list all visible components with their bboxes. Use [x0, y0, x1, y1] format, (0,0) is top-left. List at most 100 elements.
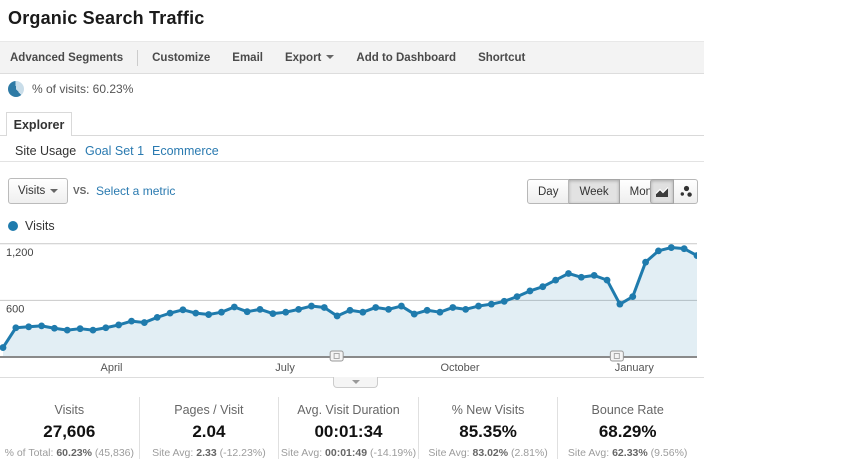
data-point[interactable] [475, 303, 482, 310]
data-point[interactable] [347, 307, 354, 314]
data-point[interactable] [128, 318, 135, 325]
data-point[interactable] [591, 272, 598, 279]
data-point[interactable] [552, 277, 559, 284]
data-point[interactable] [38, 322, 45, 329]
chevron-down-icon [50, 189, 58, 193]
data-point[interactable] [90, 327, 97, 334]
x-axis-line [0, 356, 697, 358]
chart-type-toggle [650, 179, 698, 204]
metric-label: Bounce Rate [558, 403, 697, 417]
granularity-day-button[interactable]: Day [527, 179, 569, 204]
tab-explorer[interactable]: Explorer [6, 112, 72, 136]
data-point[interactable] [334, 313, 341, 320]
data-point[interactable] [64, 327, 71, 334]
data-point[interactable] [231, 304, 238, 311]
percent-of-visits-label: % of visits: 60.23% [32, 82, 133, 96]
data-point[interactable] [539, 283, 546, 290]
metric-label: % New Visits [419, 403, 558, 417]
data-point[interactable] [629, 293, 636, 300]
x-axis-tick-label: October [440, 362, 479, 374]
metric-comparison: Site Avg: 2.33 (-12.23%) [140, 447, 279, 459]
data-point[interactable] [102, 324, 109, 331]
data-point[interactable] [616, 301, 623, 308]
metric-value: 85.35% [419, 422, 558, 442]
data-point[interactable] [244, 308, 251, 315]
metric-label: Visits [0, 403, 139, 417]
legend-series-label: Visits [25, 219, 55, 233]
data-point[interactable] [385, 306, 392, 313]
data-point[interactable] [218, 309, 225, 316]
data-point[interactable] [372, 304, 379, 311]
data-point[interactable] [12, 324, 19, 331]
data-point[interactable] [642, 259, 649, 266]
email-button[interactable]: Email [232, 52, 263, 64]
data-point[interactable] [205, 311, 212, 318]
timeline-slider-handle[interactable] [330, 351, 343, 361]
motion-chart-button[interactable] [674, 179, 698, 204]
data-point[interactable] [437, 309, 444, 316]
chart-legend: Visits [8, 219, 55, 233]
data-point[interactable] [514, 293, 521, 300]
data-point[interactable] [411, 311, 418, 318]
add-to-dashboard-button[interactable]: Add to Dashboard [356, 52, 456, 64]
data-point[interactable] [359, 309, 366, 316]
metric-comparison: % of Total: 60.23% (45,836) [0, 447, 139, 459]
report-subnav: Site Usage Goal Set 1 Ecommerce [0, 142, 704, 162]
data-point[interactable] [180, 306, 187, 313]
metric-card: Bounce Rate 68.29% Site Avg: 62.33% (9.56%… [557, 397, 697, 459]
granularity-week-button[interactable]: Week [569, 179, 619, 204]
data-point[interactable] [295, 306, 302, 313]
subnav-site-usage[interactable]: Site Usage [15, 144, 76, 158]
y-axis-tick-label: 1,200 [6, 247, 34, 259]
data-point[interactable] [321, 304, 328, 311]
collapse-chart-button[interactable] [333, 377, 378, 388]
data-point[interactable] [501, 298, 508, 305]
x-axis-tick-label: July [275, 362, 295, 374]
data-point[interactable] [141, 319, 148, 326]
data-point[interactable] [488, 301, 495, 308]
subnav-goal-set-1[interactable]: Goal Set 1 [85, 144, 144, 158]
metric-label: Avg. Visit Duration [279, 403, 418, 417]
advanced-segments-button[interactable]: Advanced Segments [10, 52, 123, 64]
export-dropdown-button[interactable]: Export [285, 52, 334, 64]
data-point[interactable] [25, 323, 32, 330]
timeline-slider-handle[interactable] [610, 351, 623, 361]
data-point[interactable] [565, 270, 572, 277]
data-point[interactable] [604, 277, 611, 284]
subnav-ecommerce[interactable]: Ecommerce [152, 144, 219, 158]
customize-button[interactable]: Customize [152, 52, 210, 64]
metric-dropdown[interactable]: Visits [8, 178, 68, 204]
data-point[interactable] [668, 244, 675, 251]
data-point[interactable] [269, 310, 276, 317]
data-point[interactable] [681, 245, 688, 252]
line-chart-button[interactable] [650, 179, 674, 204]
data-point[interactable] [154, 314, 161, 321]
metric-comparison: Site Avg: 62.33% (9.56%) [558, 447, 697, 459]
area-chart-icon [655, 186, 669, 198]
data-point[interactable] [308, 303, 315, 310]
visits-over-time-chart[interactable]: 6001,200AprilJulyOctoberJanuary [0, 240, 697, 375]
data-point[interactable] [192, 310, 199, 317]
metric-card: Visits27,606% of Total: 60.23% (45,836) [0, 397, 139, 459]
export-label: Export [285, 52, 321, 64]
shortcut-button[interactable]: Shortcut [478, 52, 525, 64]
data-point[interactable] [449, 304, 456, 311]
metric-card: Pages / Visit2.04Site Avg: 2.33 (-12.23%… [139, 397, 279, 459]
pie-chart-icon [8, 81, 24, 97]
data-point[interactable] [257, 306, 264, 313]
data-point[interactable] [655, 247, 662, 254]
data-point[interactable] [51, 325, 58, 332]
percent-of-visits-summary: % of visits: 60.23% [8, 81, 133, 97]
data-point[interactable] [115, 322, 122, 329]
data-point[interactable] [527, 288, 534, 295]
data-point[interactable] [462, 306, 469, 313]
metric-value: 68.29% [558, 422, 697, 442]
data-point[interactable] [167, 310, 174, 317]
select-a-metric-link[interactable]: Select a metric [96, 184, 175, 198]
data-point[interactable] [398, 303, 405, 310]
data-point[interactable] [282, 309, 289, 316]
data-point[interactable] [424, 307, 431, 314]
data-point[interactable] [77, 325, 84, 332]
data-point[interactable] [578, 274, 585, 281]
legend-series-dot [8, 221, 18, 231]
